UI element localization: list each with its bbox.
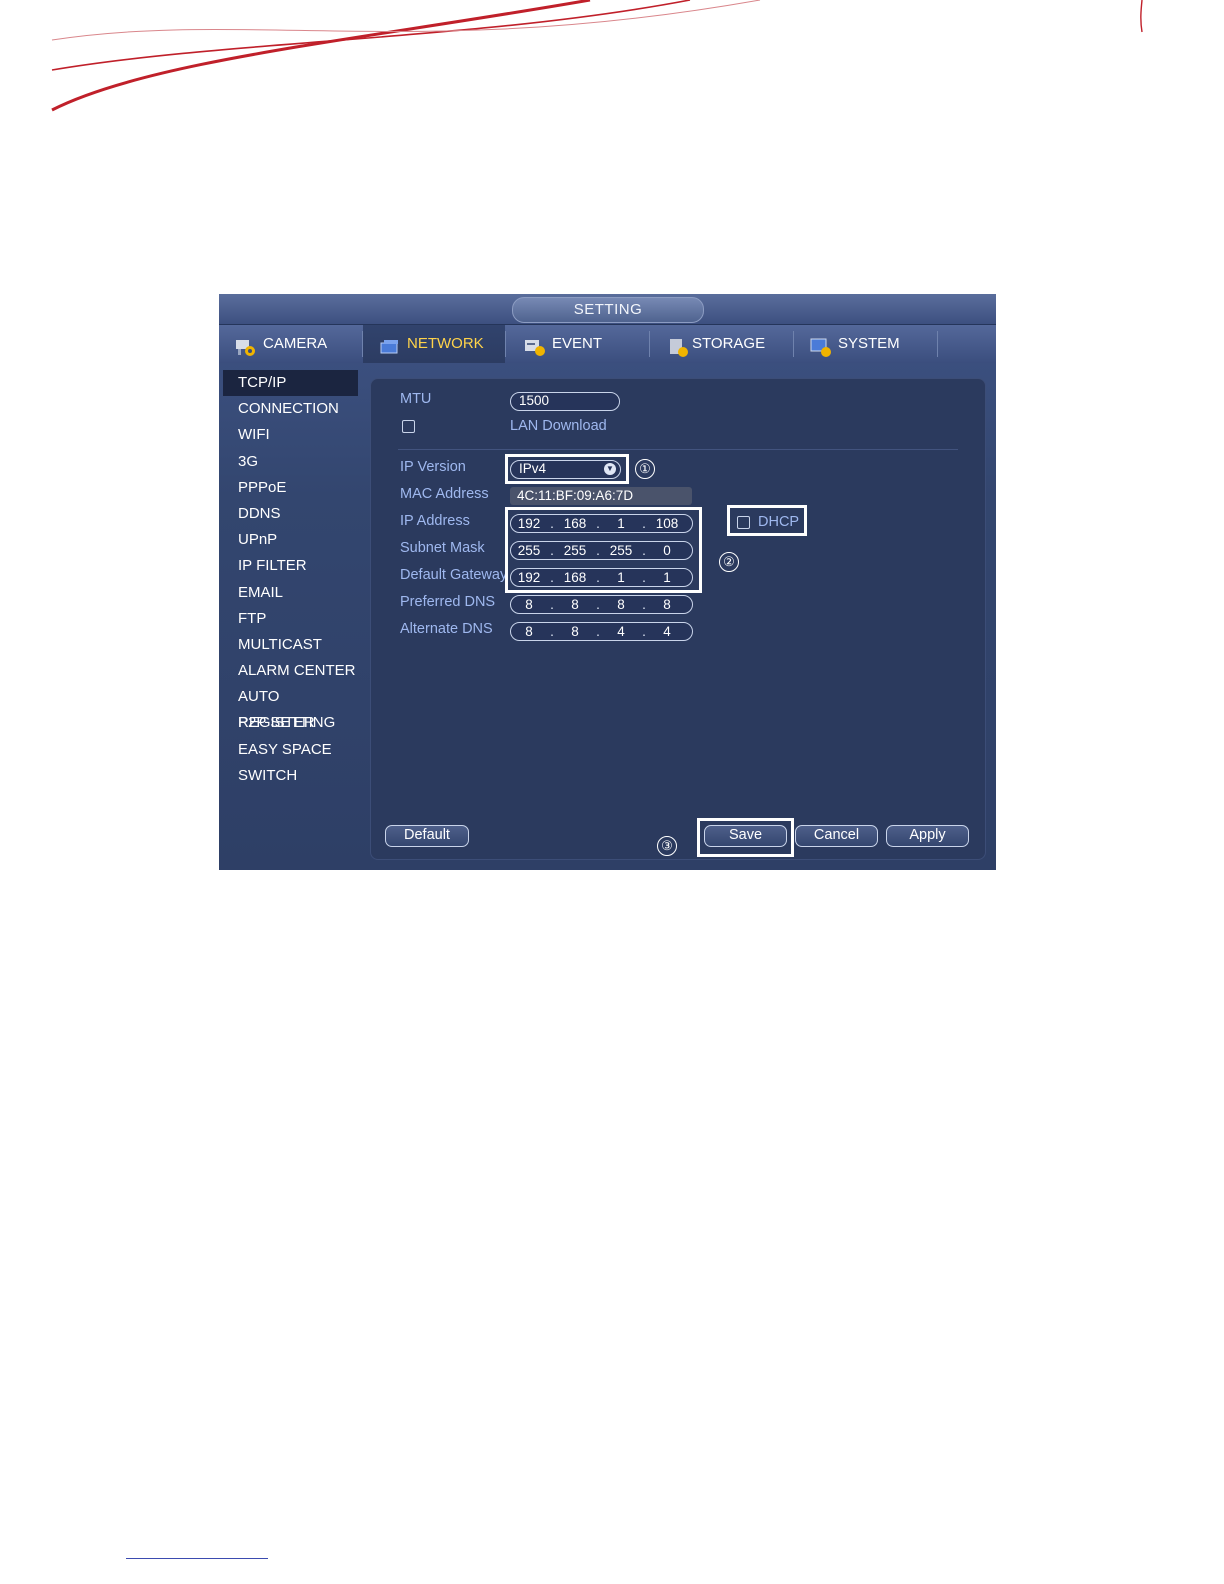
- mtu-input[interactable]: 1500: [510, 392, 620, 411]
- ip-octet: 8: [525, 623, 533, 639]
- sidebar-item-easy-space[interactable]: EASY SPACE: [223, 737, 358, 763]
- callout-number-3: ③: [657, 836, 677, 856]
- lan-download-label: LAN Download: [510, 418, 607, 434]
- tab-label: EVENT: [552, 335, 603, 352]
- highlight-ip-version: [505, 454, 629, 484]
- callout-number-1: ①: [635, 459, 655, 479]
- tcpip-settings-panel: MTU 1500 LAN Download IP Version IPv4 ▼ …: [370, 378, 986, 860]
- sidebar-item-3g[interactable]: 3G: [223, 449, 358, 475]
- tab-label: CAMERA: [263, 335, 328, 352]
- mac-address-value: 4C:11:BF:09:A6:7D: [510, 487, 692, 505]
- section-divider: [398, 449, 958, 450]
- tab-label: NETWORK: [407, 335, 484, 352]
- highlight-dhcp: [727, 505, 807, 536]
- apply-button[interactable]: Apply: [886, 825, 969, 847]
- sidebar-item-wifi[interactable]: WIFI: [223, 422, 358, 448]
- preferred-dns-input[interactable]: 8. 8. 8. 8: [510, 595, 693, 614]
- tab-divider: [937, 331, 938, 357]
- network-icon: [379, 334, 401, 354]
- sidebar-item-email[interactable]: EMAIL: [223, 580, 358, 606]
- sidebar-item-auto-register[interactable]: AUTO REGISTER: [223, 684, 358, 731]
- header-swoosh-decoration: [51, 0, 1143, 112]
- ip-octet: 8: [571, 623, 579, 639]
- preferred-dns-label: Preferred DNS: [400, 594, 496, 610]
- alternate-dns-input[interactable]: 8. 8. 4. 4: [510, 622, 693, 641]
- tab-network[interactable]: NETWORK: [363, 325, 505, 363]
- ip-octet: 8: [663, 596, 671, 612]
- cancel-button[interactable]: Cancel: [795, 825, 878, 847]
- event-icon: [524, 334, 546, 356]
- window-title: SETTING: [512, 297, 704, 323]
- alternate-dns-label: Alternate DNS: [400, 621, 493, 637]
- camera-gear-icon: [235, 334, 257, 356]
- sidebar-item-ip-filter[interactable]: IP FILTER: [223, 553, 358, 579]
- sidebar-item-ftp[interactable]: FTP: [223, 606, 358, 632]
- ip-octet: 8: [525, 596, 533, 612]
- system-icon: [810, 334, 832, 357]
- side-menu: TCP/IP CONNECTION WIFI 3G PPPoE DDNS UPnP IP FI…: [223, 370, 358, 789]
- sidebar-item-multicast[interactable]: MULTICAST: [223, 632, 358, 658]
- title-bar: SETTING: [219, 294, 996, 325]
- tab-storage[interactable]: STORAGE: [650, 325, 793, 363]
- footer-link-underline: [126, 1558, 268, 1559]
- subnet-mask-label: Subnet Mask: [400, 540, 485, 556]
- tab-system[interactable]: SYSTEM: [794, 325, 937, 363]
- ip-octet: 4: [617, 623, 625, 639]
- tab-event[interactable]: EVENT: [506, 325, 649, 363]
- sidebar-item-connection[interactable]: CONNECTION: [223, 396, 358, 422]
- dvr-settings-window: SETTING CAMERA NETWORK EVENT STORAGE SYS…: [219, 294, 996, 870]
- sidebar-item-switch[interactable]: SWITCH: [223, 763, 358, 789]
- callout-number-2: ②: [719, 552, 739, 572]
- tab-camera[interactable]: CAMERA: [219, 325, 362, 363]
- sidebar-item-p2p-setting[interactable]: P2P SETTING: [223, 710, 358, 736]
- default-button[interactable]: Default: [385, 825, 469, 847]
- sidebar-item-ddns[interactable]: DDNS: [223, 501, 358, 527]
- top-tab-bar: CAMERA NETWORK EVENT STORAGE SYSTEM: [219, 325, 996, 363]
- ip-octet: 8: [617, 596, 625, 612]
- sidebar-item-pppoe[interactable]: PPPoE: [223, 475, 358, 501]
- mac-address-label: MAC Address: [400, 486, 489, 502]
- ip-version-label: IP Version: [400, 459, 466, 475]
- ip-address-label: IP Address: [400, 513, 470, 529]
- sidebar-item-tcp-ip[interactable]: TCP/IP: [223, 370, 358, 397]
- highlight-save: [697, 818, 794, 857]
- sidebar-item-upnp[interactable]: UPnP: [223, 527, 358, 553]
- tab-label: SYSTEM: [838, 335, 900, 352]
- lan-download-checkbox[interactable]: [402, 420, 415, 433]
- ip-octet: 8: [571, 596, 579, 612]
- sidebar-item-alarm-center[interactable]: ALARM CENTER: [223, 658, 358, 684]
- highlight-ip-fields: [505, 507, 702, 593]
- mtu-label: MTU: [400, 391, 432, 407]
- storage-icon: [668, 334, 690, 357]
- default-gateway-label: Default Gateway: [400, 567, 508, 583]
- ip-octet: 4: [663, 623, 671, 639]
- tab-label: STORAGE: [692, 335, 766, 352]
